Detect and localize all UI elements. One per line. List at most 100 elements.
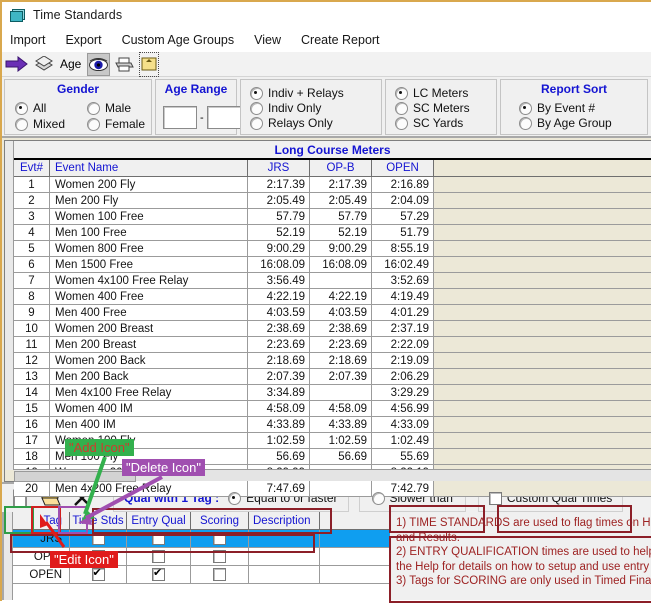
radio-icon[interactable]: [519, 101, 532, 115]
radio-icon[interactable]: [250, 101, 263, 115]
course-lc-meters[interactable]: LC Meters: [395, 86, 496, 100]
age-from-input[interactable]: [163, 106, 197, 129]
table-row[interactable]: 8 Women 400 Free 4:22.19 4:22.19 4:19.49: [14, 289, 651, 305]
tag-row[interactable]: OPEN: [13, 566, 390, 584]
menu-item-create-report[interactable]: Create Report: [301, 33, 380, 47]
table-row[interactable]: 10 Women 200 Breast 2:38.69 2:38.69 2:37.19: [14, 321, 651, 337]
gender-option-male[interactable]: Male: [87, 101, 159, 115]
cell-jrs-time: 2:17.39: [248, 177, 310, 192]
radio-icon[interactable]: [519, 116, 532, 130]
report-sort-by-age-group[interactable]: By Age Group: [519, 116, 612, 130]
cell-description[interactable]: [249, 566, 320, 583]
cell-event-name: Women 200 Breast: [50, 321, 248, 336]
gender-option-all[interactable]: All: [15, 101, 87, 115]
cell-open-time: 2:16.89: [372, 177, 434, 192]
report-sort-by-age-group-label: By Age Group: [537, 116, 612, 130]
cell-event-number: 3: [14, 209, 50, 224]
radio-icon[interactable]: [250, 86, 263, 100]
column-header-evt[interactable]: Evt#: [14, 160, 50, 176]
cell-event-number: 18: [14, 449, 50, 464]
age-to-input[interactable]: [206, 106, 241, 129]
cell-filler: [434, 481, 651, 496]
table-row[interactable]: 11 Men 200 Breast 2:23.69 2:23.69 2:22.09: [14, 337, 651, 353]
table-row[interactable]: 6 Men 1500 Free 16:08.09 16:08.09 16:02.49: [14, 257, 651, 273]
event-type-indiv-relays[interactable]: Indiv + Relays: [250, 86, 381, 100]
table-row[interactable]: 4 Men 100 Free 52.19 52.19 51.79: [14, 225, 651, 241]
checkbox-icon[interactable]: [152, 566, 165, 581]
column-header-opb[interactable]: OP-B: [310, 160, 372, 176]
radio-icon[interactable]: [250, 116, 263, 130]
layers-icon[interactable]: [34, 54, 54, 75]
table-row[interactable]: 2 Men 200 Fly 2:05.49 2:05.49 2:04.09: [14, 193, 651, 209]
cell-open-time: 1:02.49: [372, 433, 434, 448]
age-label[interactable]: Age: [60, 57, 81, 71]
horizontal-scrollbar[interactable]: [14, 469, 651, 482]
radio-icon[interactable]: [15, 117, 28, 131]
radio-icon[interactable]: [395, 101, 408, 115]
grid-bottom-strip: [5, 469, 651, 482]
event-type-indiv-only[interactable]: Indiv Only: [250, 101, 381, 115]
table-row[interactable]: 14 Men 4x100 Free Relay 3:34.89 3:29.29: [14, 385, 651, 401]
radio-icon[interactable]: [395, 116, 408, 130]
checkbox-icon[interactable]: [213, 568, 226, 581]
event-type-relays-only[interactable]: Relays Only: [250, 116, 381, 130]
tag-name: OPEN: [13, 566, 70, 583]
table-row[interactable]: 7 Women 4x100 Free Relay 3:56.49 3:52.69: [14, 273, 651, 289]
table-row[interactable]: 15 Women 400 IM 4:58.09 4:58.09 4:56.99: [14, 401, 651, 417]
course-sc-yards[interactable]: SC Yards: [395, 116, 496, 130]
table-row[interactable]: 16 Men 400 IM 4:33.89 4:33.89 4:33.09: [14, 417, 651, 433]
cell-opb-time: 4:58.09: [310, 401, 372, 416]
menu-item-view[interactable]: View: [254, 33, 281, 47]
table-row[interactable]: 12 Women 200 Back 2:18.69 2:18.69 2:19.09: [14, 353, 651, 369]
gender-option-female[interactable]: Female: [87, 117, 159, 131]
gender-option-mixed[interactable]: Mixed: [15, 117, 87, 131]
menu-bar: Import Export Custom Age Groups View Cre…: [2, 28, 651, 52]
cell-event-name: Men 400 IM: [50, 417, 248, 432]
exit-icon[interactable]: [139, 51, 160, 77]
column-header-filler: [434, 160, 651, 176]
cell-event-number: 5: [14, 241, 50, 256]
radio-icon[interactable]: [87, 101, 100, 115]
radio-icon[interactable]: [228, 491, 242, 505]
table-row[interactable]: 9 Men 400 Free 4:03.59 4:03.59 4:01.29: [14, 305, 651, 321]
checkbox-icon[interactable]: [91, 566, 105, 581]
table-row[interactable]: 13 Men 200 Back 2:07.39 2:07.39 2:06.29: [14, 369, 651, 385]
radio-icon[interactable]: [371, 491, 385, 505]
add-icon-highlight: [4, 506, 34, 534]
menu-item-import[interactable]: Import: [10, 33, 45, 47]
next-arrow-icon[interactable]: [5, 54, 29, 75]
event-type-relays-only-label: Relays Only: [268, 116, 333, 130]
cell-jrs-time: 56.69: [248, 449, 310, 464]
radio-icon[interactable]: [395, 86, 408, 100]
cell-event-number: 13: [14, 369, 50, 384]
grid-banner: Long Course Meters: [14, 141, 651, 160]
cell-event-number: 15: [14, 401, 50, 416]
menu-item-custom-age-groups[interactable]: Custom Age Groups: [122, 33, 235, 47]
cell-opb-time: 4:22.19: [310, 289, 372, 304]
menu-item-export[interactable]: Export: [65, 33, 101, 47]
checkbox-icon[interactable]: [488, 491, 502, 505]
radio-icon[interactable]: [15, 101, 28, 115]
table-row[interactable]: 5 Women 800 Free 9:00.29 9:00.29 8:55.19: [14, 241, 651, 257]
cell-opb-time: 2:07.39: [310, 369, 372, 384]
preview-eye-icon[interactable]: [87, 52, 111, 76]
column-header-name[interactable]: Event Name: [50, 160, 248, 176]
report-sort-by-event[interactable]: By Event #: [519, 101, 612, 115]
course-sc-meters[interactable]: SC Meters: [395, 101, 496, 115]
cell-filler: [434, 177, 651, 192]
print-icon[interactable]: [115, 54, 135, 75]
table-row[interactable]: 1 Women 200 Fly 2:17.39 2:17.39 2:16.89: [14, 177, 651, 193]
column-header-jrs[interactable]: JRS: [248, 160, 310, 176]
table-row[interactable]: 3 Women 100 Free 57.79 57.79 57.29: [14, 209, 651, 225]
cell-event-name: Men 400 Free: [50, 305, 248, 320]
notes-panel-highlight: [389, 536, 651, 603]
column-header-open[interactable]: OPEN: [372, 160, 434, 176]
cell-open-time: 3:29.29: [372, 385, 434, 400]
scrollbar-thumb[interactable]: [14, 471, 136, 482]
cell-filler: [434, 273, 651, 288]
table-row[interactable]: 20 Men 4x200 Free Relay 7:47.69 7:42.79: [14, 481, 651, 497]
radio-icon[interactable]: [87, 117, 100, 131]
cell-jrs-time: 4:22.19: [248, 289, 310, 304]
cell-open-time: 8:55.19: [372, 241, 434, 256]
gender-option-female-label: Female: [105, 117, 146, 131]
